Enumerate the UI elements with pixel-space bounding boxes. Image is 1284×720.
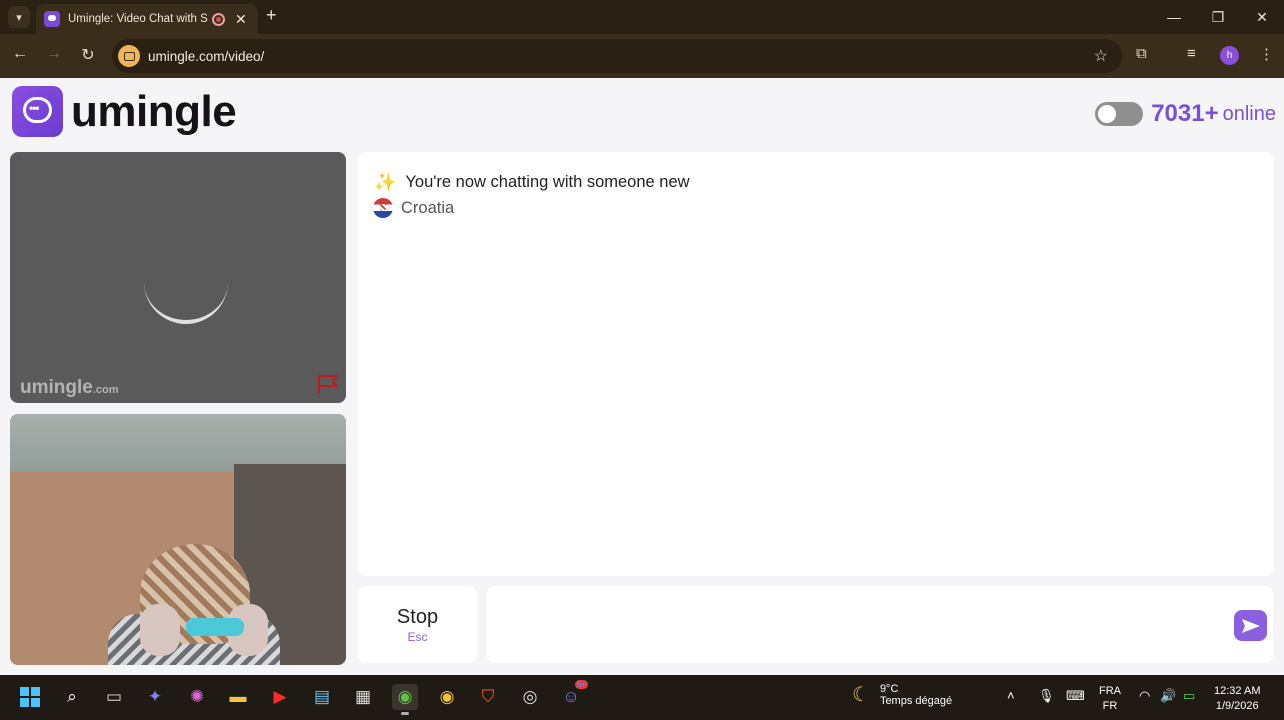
moon-icon: ☾: [852, 684, 870, 706]
chrome-icon[interactable]: ◉: [434, 684, 460, 710]
remote-video: umingle.com: [10, 152, 346, 403]
start-windows-icon[interactable]: [17, 684, 43, 710]
watermark-text: umingle: [20, 377, 93, 398]
logo-text: umingle: [71, 86, 237, 136]
system-clock[interactable]: 12:32 AM 1/9/2026: [1214, 684, 1260, 714]
teams-icon[interactable]: ✦: [142, 684, 168, 710]
browser-tab[interactable]: Umingle: Video Chat with S ✕: [36, 4, 258, 34]
discord-badge: 9+: [574, 680, 588, 689]
toggle-knob: [1098, 105, 1117, 123]
site-camera-icon[interactable]: [118, 45, 140, 67]
send-arrow-icon: [1241, 618, 1260, 633]
lang-bottom: FR: [1102, 700, 1118, 712]
system-message-text: You're now chatting with someone new: [405, 173, 690, 191]
croatia-flag-icon: [373, 198, 393, 218]
tab-favicon-icon: [44, 11, 60, 27]
send-button[interactable]: [1234, 610, 1267, 641]
chat-bubble-logo-icon: [12, 86, 63, 137]
browser-toolbar: ← → ↻ umingle.com/video/ ☆ ⧉ ≡ h ⋮: [0, 34, 1284, 78]
weather-widget[interactable]: ☾ 9°C Temps dégagé: [852, 682, 952, 707]
url-text[interactable]: umingle.com/video/: [148, 49, 264, 64]
browser-tab-bar: ▾ Umingle: Video Chat with S ✕ + — ❐ ✕: [0, 0, 1284, 34]
stop-shortcut: Esc: [407, 629, 428, 644]
close-window-button[interactable]: ✕: [1240, 0, 1284, 34]
battery-icon[interactable]: ▭: [1183, 688, 1195, 704]
weather-temp: 9°C: [879, 682, 899, 695]
recording-indicator-icon: [212, 12, 225, 26]
system-message: ✨ You're now chatting with someone new: [374, 172, 690, 193]
keyboard-icon[interactable]: ⌨: [1066, 688, 1085, 704]
profile-avatar[interactable]: h: [1220, 46, 1239, 65]
obs-icon[interactable]: ◎: [517, 684, 543, 710]
store-icon[interactable]: ▦: [350, 684, 376, 710]
chrome-profile-icon[interactable]: ◉: [392, 684, 418, 715]
address-bar[interactable]: umingle.com/video/ ☆: [112, 39, 1122, 73]
wifi-icon[interactable]: ◠: [1139, 688, 1150, 704]
stop-label: Stop: [396, 605, 439, 628]
lang-top: FRA: [1099, 685, 1121, 697]
loading-spinner-icon: [144, 270, 228, 324]
new-tab-button[interactable]: +: [266, 5, 277, 26]
copilot-icon[interactable]: ✺: [184, 684, 210, 710]
chevron-up-icon[interactable]: ˄: [1007, 688, 1015, 703]
stop-button[interactable]: Stop Esc: [358, 586, 477, 663]
menu-kebab-icon[interactable]: ⋮: [1259, 45, 1274, 63]
reload-icon[interactable]: ↻: [77, 45, 99, 65]
file-explorer-icon[interactable]: ▬: [225, 684, 251, 710]
message-input[interactable]: [487, 586, 1273, 663]
bookmark-star-icon[interactable]: ☆: [1094, 46, 1108, 66]
sparkle-icon: ✨: [374, 172, 397, 192]
brave-icon[interactable]: ⛉: [475, 684, 501, 710]
back-arrow-icon[interactable]: ←: [9, 45, 31, 63]
watermark-suffix: .com: [92, 384, 119, 396]
language-indicator[interactable]: FRA FR: [1099, 684, 1121, 714]
discord-icon[interactable]: ☺ 9+: [558, 680, 588, 710]
online-count: 7031+: [1151, 100, 1219, 127]
report-flag-icon[interactable]: [316, 373, 340, 395]
task-view-icon[interactable]: ▭: [101, 684, 127, 710]
search-icon[interactable]: ⌕: [59, 684, 85, 710]
windows-taskbar: ⌕ ▭ ✦ ✺ ▬ ▶ ▤ ▦ ◉ ◉ ⛉ ◎ ☺ 9+ ☾ 9°C Temps…: [0, 675, 1284, 720]
video-watermark: umingle.com: [20, 377, 119, 399]
window-controls: — ❐ ✕: [1152, 0, 1284, 34]
minimize-button[interactable]: —: [1152, 0, 1196, 34]
restore-button[interactable]: ❐: [1196, 0, 1240, 34]
chat-panel: ✨ You're now chatting with someone new C…: [358, 152, 1273, 576]
tab-search-button[interactable]: ▾: [8, 6, 30, 28]
theme-toggle[interactable]: [1095, 102, 1144, 126]
clock-time: 12:32 AM: [1214, 685, 1261, 697]
media-controls-icon[interactable]: ≡: [1187, 45, 1196, 62]
microphone-icon[interactable]: 🎙: [1038, 688, 1055, 704]
tab-title: Umingle: Video Chat with S: [68, 13, 208, 25]
online-indicator: 7031+ online: [1095, 100, 1276, 128]
partner-country: Croatia: [373, 198, 454, 218]
clock-date: 1/9/2026: [1215, 700, 1259, 712]
local-webcam-video: [10, 414, 346, 665]
notepad-icon[interactable]: ▤: [309, 684, 335, 710]
page-content: umingle 7031+ online umingle.com ✨: [0, 78, 1284, 675]
extensions-icon[interactable]: ⧉: [1136, 45, 1147, 62]
country-name: Croatia: [401, 198, 455, 217]
site-logo[interactable]: umingle: [12, 86, 237, 137]
forward-arrow-icon[interactable]: →: [43, 45, 65, 63]
tab-close-icon[interactable]: ✕: [235, 11, 247, 28]
weather-desc: Temps dégagé: [879, 694, 953, 707]
youtube-icon[interactable]: ▶: [267, 684, 293, 710]
online-label: online: [1222, 102, 1276, 125]
volume-icon[interactable]: 🔊: [1160, 688, 1176, 704]
